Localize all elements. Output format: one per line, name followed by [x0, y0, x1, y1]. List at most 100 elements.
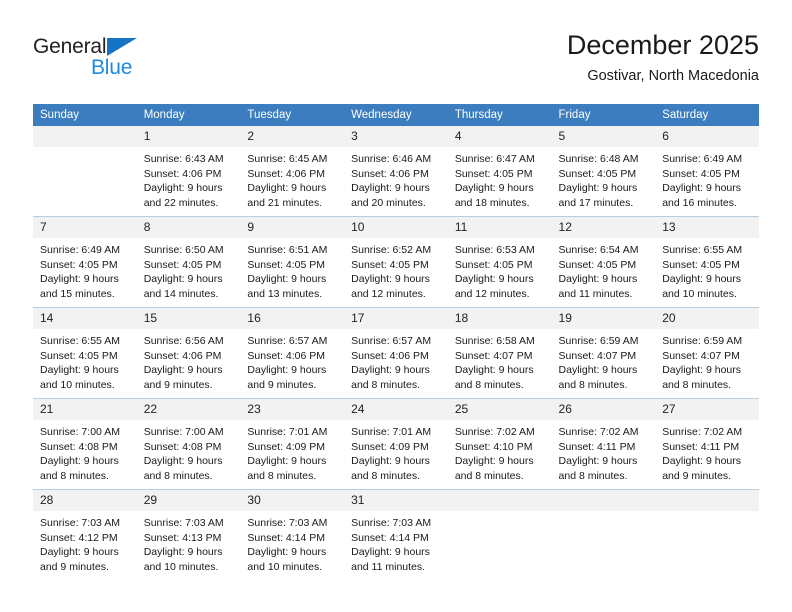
sunset-time: Sunset: 4:09 PM: [247, 440, 326, 453]
day-cell[interactable]: [33, 126, 137, 217]
day-cell[interactable]: 1 Sunrise: 6:43 AM Sunset: 4:06 PM Daylight…: [136, 126, 241, 217]
day-cell[interactable]: 5 Sunrise: 6:48 AM Sunset: 4:05 PM Daylight…: [551, 126, 656, 217]
day-number: 21: [33, 399, 137, 420]
daylight-duration-line1: Daylight: 9 hours: [454, 364, 534, 376]
daylight-duration-line2: and 8 minutes.: [454, 378, 524, 391]
day-cell[interactable]: 2 Sunrise: 6:45 AM Sunset: 4:06 PM Daylight…: [240, 126, 345, 217]
daylight-duration-line2: and 9 minutes.: [40, 560, 109, 573]
daylight-duration-line2: and 8 minutes.: [40, 469, 109, 482]
day-number: 25: [447, 399, 552, 420]
generalblue-logo[interactable]: General Blue: [33, 35, 163, 87]
sunrise-time: Sunrise: 6:50 AM: [143, 244, 224, 256]
sunset-time: Sunset: 4:13 PM: [143, 531, 222, 544]
day-cell[interactable]: 11 Sunrise: 6:53 AM Sunset: 4:05 PM Dayligh…: [447, 216, 552, 308]
daylight-duration-line2: and 21 minutes.: [247, 196, 323, 209]
day-cell[interactable]: 29 Sunrise: 7:03 AM Sunset: 4:13 PM Dayligh…: [136, 489, 241, 580]
sunrise-time: Sunrise: 6:55 AM: [662, 244, 743, 256]
daylight-duration-line1: Daylight: 9 hours: [454, 273, 534, 285]
daylight-duration-line2: and 15 minutes.: [40, 287, 115, 300]
day-cell[interactable]: 15 Sunrise: 6:56 AM Sunset: 4:06 PM Dayligh…: [136, 307, 241, 399]
day-sun-info: Sunrise: 6:50 AM Sunset: 4:05 PM Daylight:…: [137, 238, 241, 301]
day-sun-info: Sunrise: 6:51 AM Sunset: 4:05 PM Daylight:…: [240, 238, 344, 301]
day-cell[interactable]: 25 Sunrise: 7:02 AM Sunset: 4:10 PM Dayligh…: [447, 398, 552, 490]
sunrise-time: Sunrise: 7:03 AM: [40, 517, 120, 529]
day-sun-info: Sunrise: 7:03 AM Sunset: 4:13 PM Daylight:…: [137, 511, 241, 574]
day-number: 30: [240, 490, 345, 511]
day-sun-info: Sunrise: 7:02 AM Sunset: 4:11 PM Daylight:…: [655, 420, 759, 483]
day-cell[interactable]: 26 Sunrise: 7:02 AM Sunset: 4:11 PM Dayligh…: [551, 398, 656, 490]
daylight-duration-line1: Daylight: 9 hours: [143, 364, 223, 376]
daylight-duration-line2: and 10 minutes.: [662, 287, 737, 300]
sunset-time: Sunset: 4:05 PM: [558, 167, 637, 180]
day-cell[interactable]: 14 Sunrise: 6:55 AM Sunset: 4:05 PM Dayligh…: [33, 307, 137, 399]
weekday-header-sunday: Sunday: [33, 104, 137, 126]
day-sun-info: Sunrise: 7:02 AM Sunset: 4:10 PM Daylight:…: [448, 420, 552, 483]
daylight-duration-line2: and 11 minutes.: [558, 287, 633, 300]
day-number: 28: [33, 490, 137, 511]
daylight-duration-line2: and 8 minutes.: [351, 469, 420, 482]
sunset-time: Sunset: 4:07 PM: [662, 349, 740, 362]
day-cell[interactable]: 9 Sunrise: 6:51 AM Sunset: 4:05 PM Daylight…: [240, 216, 345, 308]
sunrise-time: Sunrise: 7:02 AM: [454, 426, 535, 438]
sunset-time: Sunset: 4:05 PM: [454, 167, 533, 180]
sunset-time: Sunset: 4:06 PM: [143, 349, 222, 362]
day-cell[interactable]: 3 Sunrise: 6:46 AM Sunset: 4:06 PM Daylight…: [344, 126, 448, 217]
day-cell[interactable]: 16 Sunrise: 6:57 AM Sunset: 4:06 PM Dayligh…: [240, 307, 345, 399]
day-cell[interactable]: 4 Sunrise: 6:47 AM Sunset: 4:05 PM Daylight…: [447, 126, 552, 217]
sunrise-time: Sunrise: 6:53 AM: [454, 244, 535, 256]
day-cell[interactable]: 30 Sunrise: 7:03 AM Sunset: 4:14 PM Dayligh…: [240, 489, 345, 580]
daylight-duration-line1: Daylight: 9 hours: [40, 546, 119, 558]
day-cell[interactable]: 8 Sunrise: 6:50 AM Sunset: 4:05 PM Daylight…: [136, 216, 241, 308]
day-cell[interactable]: 7 Sunrise: 6:49 AM Sunset: 4:05 PM Daylight…: [33, 216, 137, 308]
day-cell[interactable]: [447, 489, 552, 580]
day-cell[interactable]: 18 Sunrise: 6:58 AM Sunset: 4:07 PM Dayligh…: [447, 307, 552, 399]
calendar-week-row: 7 Sunrise: 6:49 AM Sunset: 4:05 PM Daylight…: [33, 216, 759, 308]
sunset-time: Sunset: 4:05 PM: [454, 258, 533, 271]
sunset-time: Sunset: 4:06 PM: [247, 167, 326, 180]
day-cell[interactable]: 27 Sunrise: 7:02 AM Sunset: 4:11 PM Dayligh…: [655, 398, 759, 490]
day-number: 22: [136, 399, 241, 420]
day-cell[interactable]: [551, 489, 656, 580]
sunset-time: Sunset: 4:05 PM: [351, 258, 429, 271]
daylight-duration-line1: Daylight: 9 hours: [247, 364, 327, 376]
day-sun-info: Sunrise: 6:45 AM Sunset: 4:06 PM Daylight:…: [240, 147, 344, 210]
day-cell[interactable]: 20 Sunrise: 6:59 AM Sunset: 4:07 PM Dayligh…: [655, 307, 759, 399]
day-number: [447, 490, 552, 511]
day-sun-info: Sunrise: 6:43 AM Sunset: 4:06 PM Daylight:…: [137, 147, 241, 210]
day-cell[interactable]: [655, 489, 759, 580]
daylight-duration-line2: and 8 minutes.: [558, 469, 628, 482]
sunset-time: Sunset: 4:09 PM: [351, 440, 429, 453]
day-number: 16: [240, 308, 345, 329]
day-cell[interactable]: 12 Sunrise: 6:54 AM Sunset: 4:05 PM Dayligh…: [551, 216, 656, 308]
day-cell[interactable]: 31 Sunrise: 7:03 AM Sunset: 4:14 PM Dayligh…: [344, 489, 448, 580]
day-number: 29: [136, 490, 241, 511]
daylight-duration-line1: Daylight: 9 hours: [40, 455, 119, 467]
day-sun-info: Sunrise: 6:55 AM Sunset: 4:05 PM Daylight:…: [33, 329, 137, 392]
calendar-week-row: 1 Sunrise: 6:43 AM Sunset: 4:06 PM Daylight…: [33, 126, 759, 217]
day-sun-info: Sunrise: 6:57 AM Sunset: 4:06 PM Daylight:…: [240, 329, 344, 392]
page-subtitle: Gostivar, North Macedonia: [587, 68, 759, 84]
day-cell[interactable]: 6 Sunrise: 6:49 AM Sunset: 4:05 PM Daylight…: [655, 126, 759, 217]
weekday-header-wednesday: Wednesday: [344, 104, 448, 126]
day-number: 11: [447, 217, 552, 238]
day-number: 8: [136, 217, 241, 238]
day-sun-info: Sunrise: 6:56 AM Sunset: 4:06 PM Daylight:…: [137, 329, 241, 392]
day-cell[interactable]: 22 Sunrise: 7:00 AM Sunset: 4:08 PM Dayligh…: [136, 398, 241, 490]
day-cell[interactable]: 24 Sunrise: 7:01 AM Sunset: 4:09 PM Dayligh…: [344, 398, 448, 490]
sunset-time: Sunset: 4:06 PM: [143, 167, 222, 180]
sunset-time: Sunset: 4:06 PM: [351, 167, 429, 180]
day-cell[interactable]: 19 Sunrise: 6:59 AM Sunset: 4:07 PM Dayligh…: [551, 307, 656, 399]
day-number: 3: [344, 126, 448, 147]
day-cell[interactable]: 17 Sunrise: 6:57 AM Sunset: 4:06 PM Dayligh…: [344, 307, 448, 399]
daylight-duration-line1: Daylight: 9 hours: [143, 273, 223, 285]
day-cell[interactable]: 23 Sunrise: 7:01 AM Sunset: 4:09 PM Dayligh…: [240, 398, 345, 490]
daylight-duration-line2: and 8 minutes.: [558, 378, 628, 391]
day-cell[interactable]: 13 Sunrise: 6:55 AM Sunset: 4:05 PM Dayligh…: [655, 216, 759, 308]
day-cell[interactable]: 10 Sunrise: 6:52 AM Sunset: 4:05 PM Dayligh…: [344, 216, 448, 308]
daylight-duration-line1: Daylight: 9 hours: [662, 455, 742, 467]
daylight-duration-line2: and 8 minutes.: [351, 378, 420, 391]
day-cell[interactable]: 28 Sunrise: 7:03 AM Sunset: 4:12 PM Dayligh…: [33, 489, 137, 580]
daylight-duration-line1: Daylight: 9 hours: [558, 364, 638, 376]
day-cell[interactable]: 21 Sunrise: 7:00 AM Sunset: 4:08 PM Dayligh…: [33, 398, 137, 490]
daylight-duration-line1: Daylight: 9 hours: [351, 182, 430, 194]
